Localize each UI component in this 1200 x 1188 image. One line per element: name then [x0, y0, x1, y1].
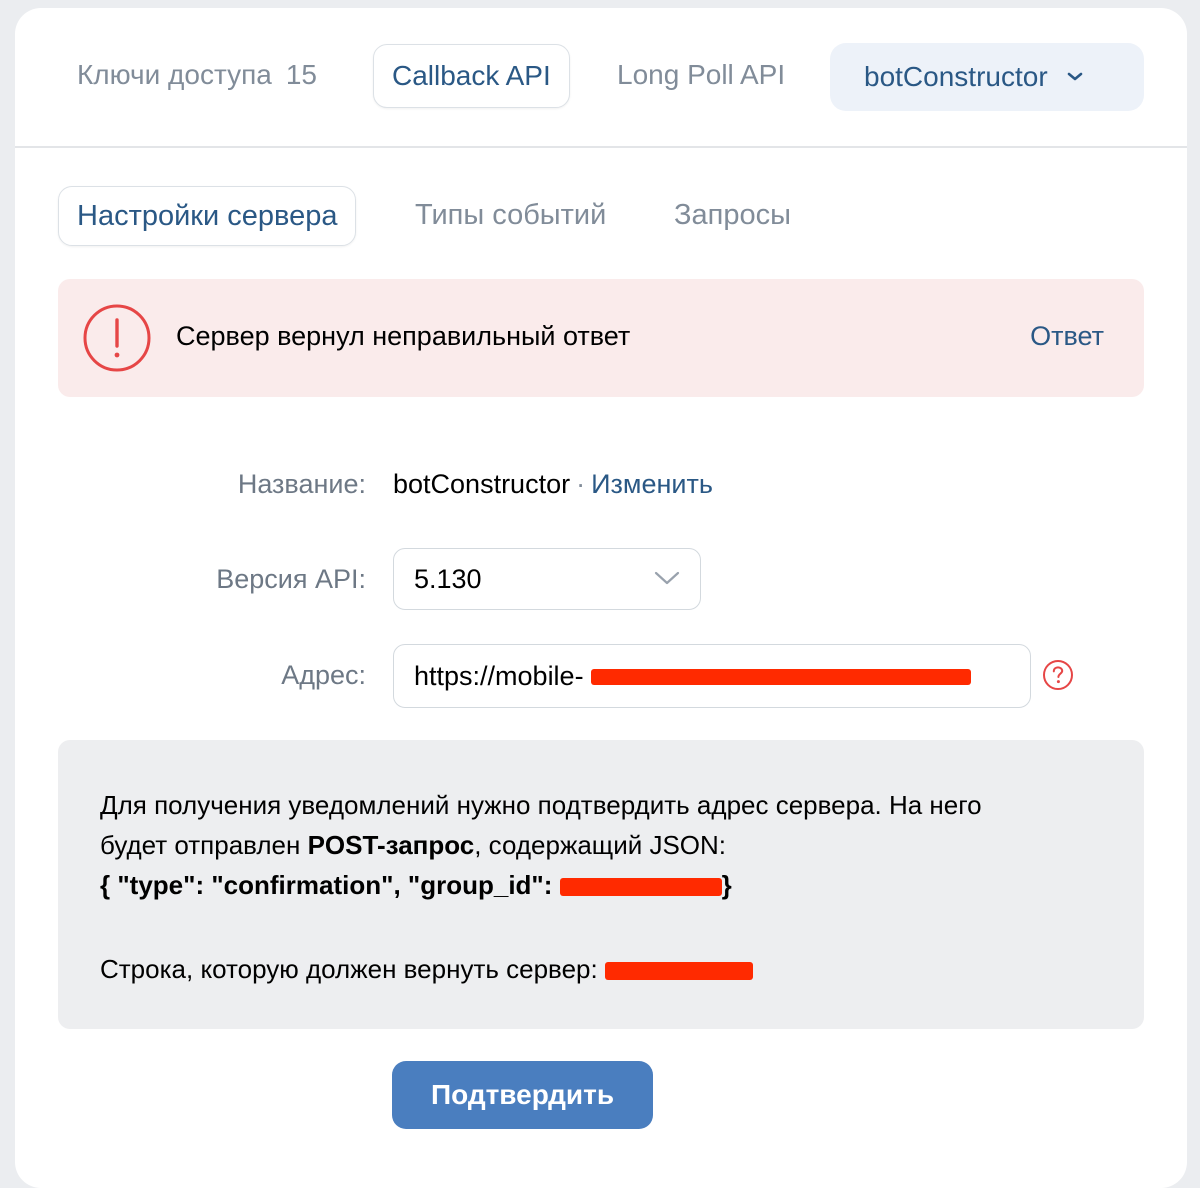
error-response-link[interactable]: Ответ [1030, 321, 1104, 352]
group-selector-label: botConstructor [864, 61, 1048, 92]
error-banner: Сервер вернул неправильный ответ Ответ [58, 279, 1144, 397]
change-name-link[interactable]: Изменить [591, 469, 713, 499]
tab-access-keys-count: 15 [285, 59, 317, 90]
address-label: Адрес: [281, 660, 366, 690]
confirmation-string-redaction [604, 962, 753, 981]
tab-requests[interactable]: Запросы [674, 186, 791, 244]
group-selector[interactable]: botConstructor [830, 43, 1144, 111]
address-input[interactable]: https://mobile- [393, 644, 1031, 708]
error-message: Сервер вернул неправильный ответ [176, 321, 631, 351]
tab-access-keys-label: Ключи доступа [77, 59, 272, 90]
api-version-value: 5.130 [414, 563, 482, 594]
tab-event-types[interactable]: Типы событий [415, 186, 606, 244]
info-line-2-suffix: , содержащий JSON: [474, 830, 727, 860]
info-line-2: будет отправлен POST-запрос, содержащий … [100, 830, 726, 861]
tab-access-keys[interactable]: Ключи доступа 15 [77, 44, 317, 106]
tab-server-settings[interactable]: Настройки сервера [58, 186, 357, 246]
name-label: Название: [237, 469, 366, 499]
chevron-down-icon [654, 571, 680, 585]
address-value: https://mobile- [414, 660, 584, 691]
json-example: { "type": "confirmation", "group_id": } [100, 870, 732, 901]
info-line-2-prefix: будет отправлен [100, 830, 301, 860]
group-id-redaction [559, 878, 722, 897]
settings-card: Ключи доступа 15 Callback API Long Poll … [15, 8, 1187, 1188]
api-version-label: Версия API: [216, 564, 366, 594]
confirmation-string-label: Строка, которую должен вернуть сервер: [100, 954, 598, 984]
post-request-text: POST-запрос [307, 830, 475, 860]
json-example-close: } [721, 870, 732, 900]
help-icon[interactable] [1042, 659, 1074, 691]
top-tab-bar: Ключи доступа 15 Callback API Long Poll … [15, 8, 1187, 148]
error-icon [83, 304, 151, 372]
name-row: botConstructor · Изменить [393, 469, 713, 500]
info-line-1: Для получения уведомлений нужно подтверд… [100, 790, 982, 820]
name-separator: · [576, 469, 586, 499]
chevron-down-icon [1067, 72, 1082, 81]
tab-callback-api[interactable]: Callback API [373, 44, 570, 108]
json-example-text: { "type": "confirmation", "group_id": [100, 870, 560, 900]
api-version-select[interactable]: 5.130 [393, 548, 701, 610]
address-redaction [591, 669, 971, 685]
confirm-button[interactable]: Подтвердить [392, 1061, 653, 1129]
info-line-4: Строка, которую должен вернуть сервер: [100, 954, 753, 985]
tab-long-poll-api[interactable]: Long Poll API [617, 44, 785, 106]
confirmation-info-box: Для получения уведомлений нужно подтверд… [58, 740, 1144, 1029]
name-value: botConstructor [393, 469, 571, 499]
